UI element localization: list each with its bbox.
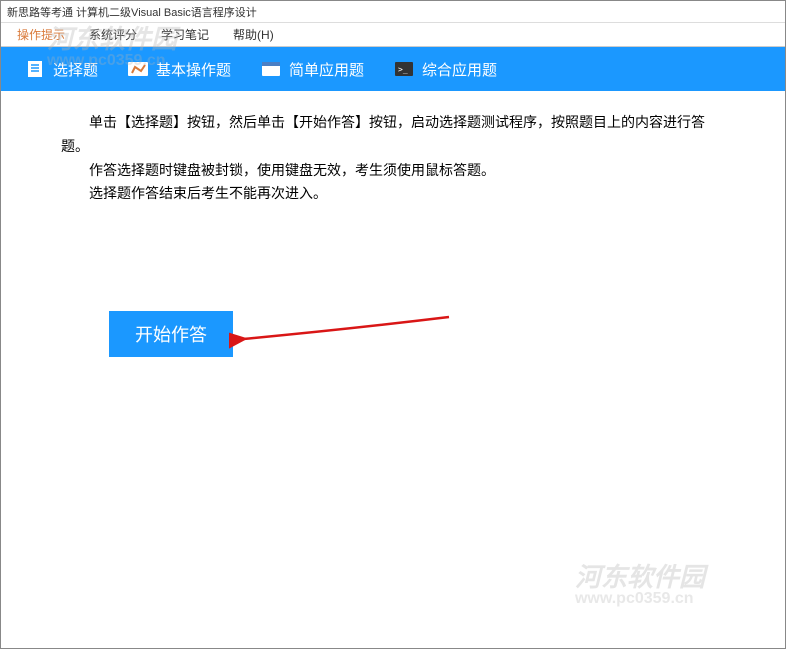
instruction-line-3: 选择题作答结束后考生不能再次进入。: [61, 182, 725, 206]
tab-bar: 选择题 基本操作题 简单应用题 >_ 综合应用题: [1, 47, 785, 91]
instruction-line-1: 单击【选择题】按钮，然后单击【开始作答】按钮，启动选择题测试程序，按照题目上的内…: [61, 111, 725, 159]
tab-comprehensive-app[interactable]: >_ 综合应用题: [378, 53, 511, 86]
tab-label: 选择题: [53, 59, 98, 80]
menu-study-notes[interactable]: 学习笔记: [149, 23, 221, 46]
tab-label: 综合应用题: [422, 59, 497, 80]
tab-label: 简单应用题: [289, 59, 364, 80]
menu-help[interactable]: 帮助(H): [221, 23, 286, 46]
svg-text:>_: >_: [398, 65, 408, 74]
menu-bar: 操作提示 系统评分 学习笔记 帮助(H): [1, 23, 785, 47]
app-icon: [259, 59, 283, 79]
menu-system-score[interactable]: 系统评分: [77, 23, 149, 46]
window-title: 新思路等考通 计算机二级Visual Basic语言程序设计: [7, 4, 257, 20]
start-answer-button[interactable]: 开始作答: [109, 311, 233, 357]
brush-icon: [126, 59, 150, 79]
arrow-annotation-icon: [229, 309, 469, 394]
terminal-icon: >_: [392, 59, 416, 79]
tab-basic-operation[interactable]: 基本操作题: [112, 53, 245, 86]
content-area: 单击【选择题】按钮，然后单击【开始作答】按钮，启动选择题测试程序，按照题目上的内…: [1, 91, 785, 648]
tab-simple-app[interactable]: 简单应用题: [245, 53, 378, 86]
title-bar: 新思路等考通 计算机二级Visual Basic语言程序设计: [1, 1, 785, 23]
instruction-line-2: 作答选择题时键盘被封锁，使用键盘无效，考生须使用鼠标答题。: [61, 159, 725, 183]
instruction-text: 单击【选择题】按钮，然后单击【开始作答】按钮，启动选择题测试程序，按照题目上的内…: [61, 111, 725, 206]
tab-label: 基本操作题: [156, 59, 231, 80]
menu-operation-tips[interactable]: 操作提示: [5, 23, 77, 46]
document-icon: [23, 59, 47, 79]
tab-choice-question[interactable]: 选择题: [9, 53, 112, 86]
